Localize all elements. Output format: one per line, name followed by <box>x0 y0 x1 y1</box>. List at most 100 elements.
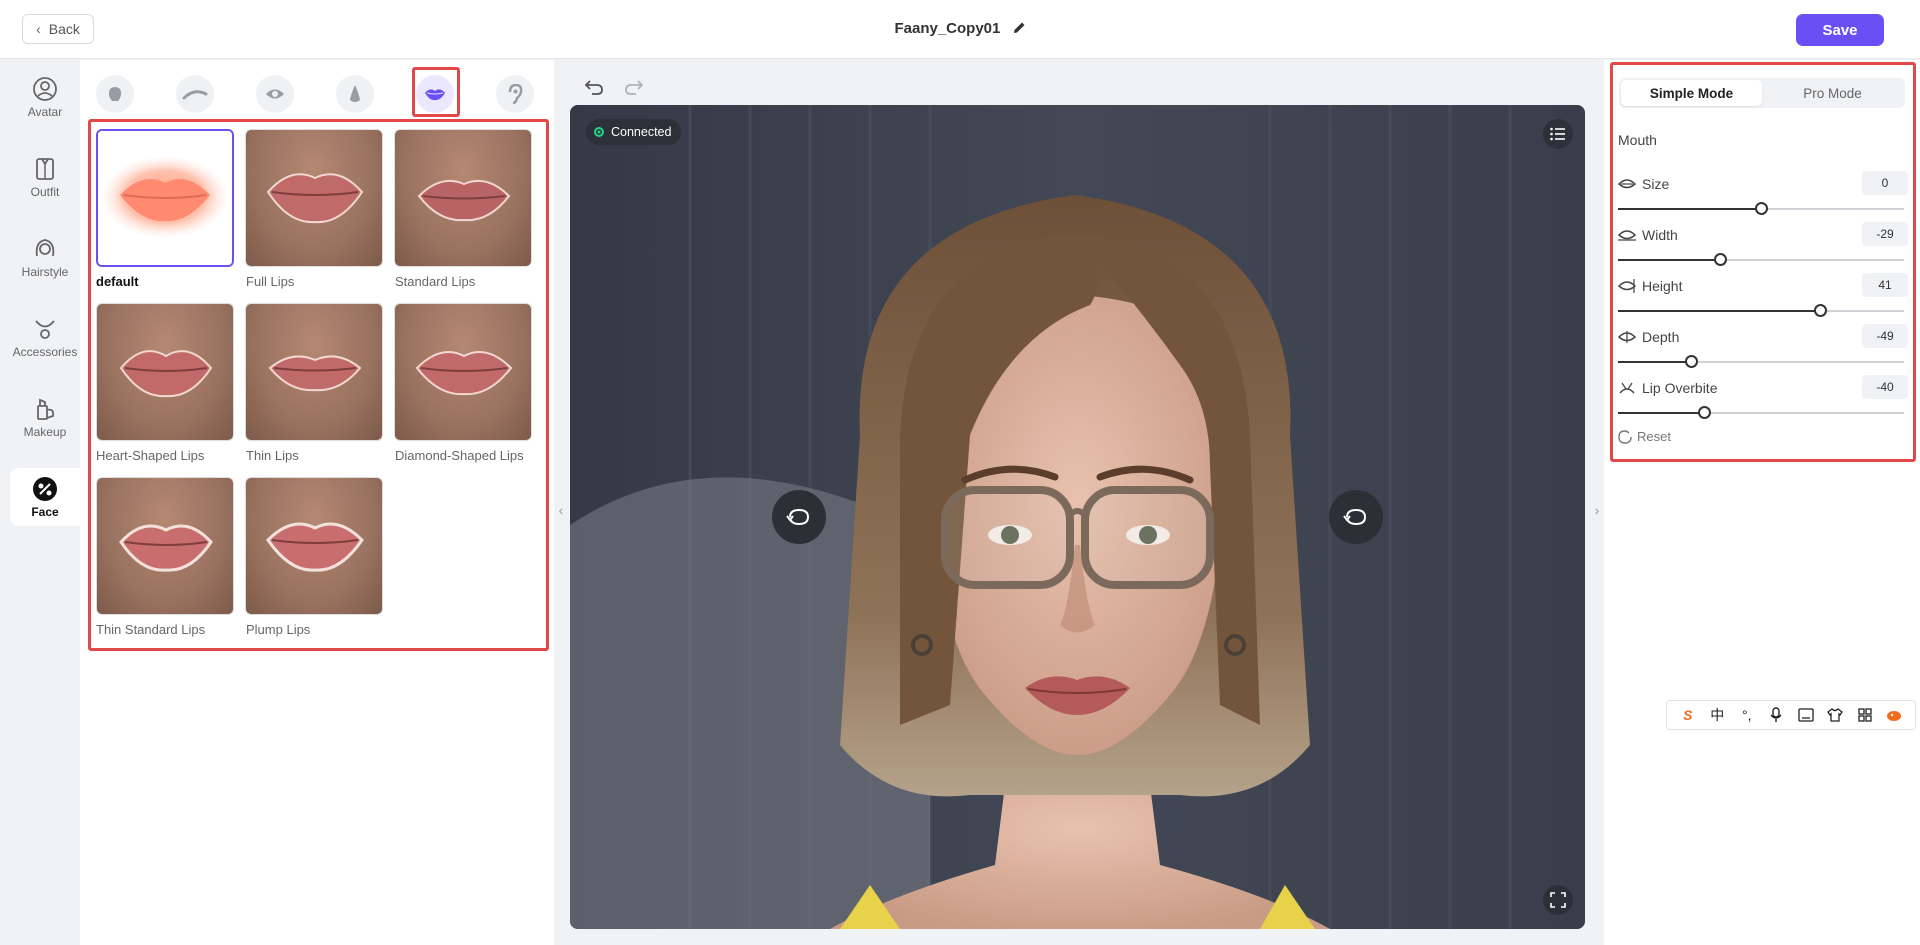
preset-full-lips[interactable] <box>245 129 383 267</box>
nav-label: Face <box>31 504 59 519</box>
preset-label: default <box>96 274 139 289</box>
preset-label: Standard Lips <box>395 274 476 289</box>
collapse-right-panel-toggle[interactable]: › <box>1590 480 1604 540</box>
slider-handle[interactable] <box>1685 355 1698 368</box>
default-lips-icon <box>103 157 227 237</box>
face-icon <box>33 476 57 501</box>
slider-handle[interactable] <box>1814 304 1827 317</box>
preset-plump-lips[interactable] <box>245 477 383 615</box>
eyebrow-icon[interactable] <box>176 75 214 113</box>
feature-panel: default Full Lips Standard Lips Heart-Sh… <box>80 60 554 945</box>
slider-fill <box>1618 412 1704 414</box>
rotate-icon <box>786 508 810 526</box>
mouth-size-icon <box>1618 179 1636 189</box>
nav-item-accessories[interactable]: Accessories <box>10 308 80 366</box>
top-bar: ‹ Back Faany_Copy01 Save <box>0 0 1920 59</box>
connection-status-badge: Connected <box>586 119 682 145</box>
punctuation-button[interactable]: °, <box>1737 705 1757 725</box>
toolbox-grid-icon[interactable] <box>1855 705 1875 725</box>
accessories-icon <box>35 319 55 339</box>
avatar-3d-viewer[interactable]: Connected <box>570 105 1585 929</box>
section-title: Mouth <box>1618 132 1657 148</box>
page-title: Faany_Copy01 <box>0 20 1920 38</box>
tab-simple-mode[interactable]: Simple Mode <box>1621 80 1762 106</box>
collapse-left-panel-toggle[interactable]: ‹ <box>554 480 568 540</box>
mode-switch: Simple Mode Pro Mode <box>1619 78 1905 108</box>
slider-value-input[interactable]: -29 <box>1862 222 1908 246</box>
preset-label: Thin Standard Lips <box>96 622 206 637</box>
edit-pencil-icon[interactable] <box>1013 21 1026 38</box>
undo-icon[interactable] <box>584 78 604 101</box>
slider-fill <box>1618 310 1820 312</box>
preset-diamond-shaped-lips[interactable] <box>394 303 532 441</box>
slider-width: Width -29 <box>1618 219 1908 269</box>
nav-item-outfit[interactable]: Outfit <box>10 148 80 206</box>
slider-depth: Depth -49 <box>1618 321 1908 371</box>
tab-pro-mode[interactable]: Pro Mode <box>1762 80 1903 106</box>
adjustment-panel: Simple Mode Pro Mode Mouth Size 0 Width … <box>1604 60 1920 945</box>
preset-thin-lips[interactable] <box>245 303 383 441</box>
reset-icon <box>1618 429 1632 444</box>
list-icon <box>1550 127 1565 141</box>
avatar-render <box>570 105 1585 929</box>
preset-label: Heart-Shaped Lips <box>96 448 205 463</box>
fullscreen-icon <box>1550 892 1566 908</box>
slider-fill <box>1618 361 1691 363</box>
menu-list-button[interactable] <box>1543 119 1573 149</box>
slider-height: Height 41 <box>1618 270 1908 320</box>
nav-label: Outfit <box>30 184 60 199</box>
preset-heart-shaped-lips[interactable] <box>96 303 234 441</box>
nav-item-makeup[interactable]: Makeup <box>10 388 80 446</box>
slider-value-input[interactable]: -49 <box>1862 324 1908 348</box>
reset-label: Reset <box>1637 429 1671 444</box>
slider-value-input[interactable]: 0 <box>1862 171 1908 195</box>
slider-label: Lip Overbite <box>1642 380 1718 396</box>
preset-thin-standard-lips[interactable] <box>96 477 234 615</box>
preset-default[interactable] <box>96 129 234 267</box>
sogou-logo-icon[interactable]: S <box>1678 705 1698 725</box>
preset-label: Full Lips <box>246 274 295 289</box>
nav-item-face[interactable]: Face <box>10 468 80 526</box>
slider-fill <box>1618 208 1761 210</box>
save-button[interactable]: Save <box>1796 14 1884 46</box>
slider-label: Depth <box>1642 329 1680 345</box>
face-shape-icon[interactable] <box>96 75 134 113</box>
slider-size: Size 0 <box>1618 168 1908 218</box>
preset-standard-lips[interactable] <box>394 129 532 267</box>
ear-icon[interactable] <box>496 75 534 113</box>
rotate-icon <box>1343 508 1367 526</box>
fullscreen-button[interactable] <box>1543 885 1573 915</box>
viewport-area: ‹ › Connected <box>554 60 1604 945</box>
feature-category-bar <box>80 60 554 120</box>
avatar-icon <box>33 76 57 101</box>
rotate-left-button[interactable] <box>772 490 826 544</box>
slider-value-input[interactable]: -40 <box>1862 375 1908 399</box>
microphone-icon[interactable] <box>1766 705 1786 725</box>
slider-label: Width <box>1642 227 1678 243</box>
mouth-height-icon <box>1618 279 1636 293</box>
outfit-icon <box>36 157 54 180</box>
slider-label: Size <box>1642 176 1670 192</box>
redo-icon[interactable] <box>624 78 644 101</box>
rotate-right-button[interactable] <box>1329 490 1383 544</box>
nav-item-avatar[interactable]: Avatar <box>10 68 80 126</box>
keyboard-icon[interactable] <box>1796 705 1816 725</box>
lips-icon[interactable] <box>416 75 454 113</box>
mascot-icon[interactable] <box>1884 705 1904 725</box>
connection-status-text: Connected <box>611 125 672 139</box>
preset-label: Thin Lips <box>246 448 299 463</box>
nav-label: Accessories <box>12 344 78 359</box>
slider-handle[interactable] <box>1755 202 1768 215</box>
preset-label: Diamond-Shaped Lips <box>395 448 524 463</box>
mouth-width-icon <box>1618 230 1636 241</box>
mouth-depth-icon <box>1618 331 1636 343</box>
slider-value-input[interactable]: 41 <box>1862 273 1908 297</box>
skin-shirt-icon[interactable] <box>1825 705 1845 725</box>
nav-item-hairstyle[interactable]: Hairstyle <box>10 228 80 286</box>
slider-handle[interactable] <box>1714 253 1727 266</box>
reset-button[interactable]: Reset <box>1618 429 1671 444</box>
chinese-mode-button[interactable]: 中 <box>1707 705 1727 725</box>
nose-icon[interactable] <box>336 75 374 113</box>
eye-icon[interactable] <box>256 75 294 113</box>
slider-handle[interactable] <box>1698 406 1711 419</box>
